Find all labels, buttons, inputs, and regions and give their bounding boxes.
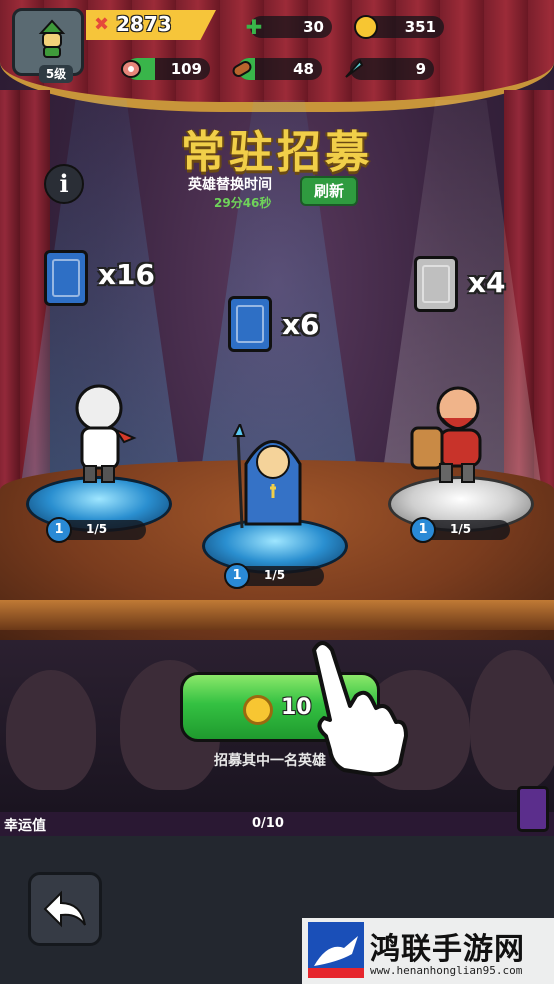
hero-card-right (414, 256, 458, 312)
power-value: 2873 (116, 12, 172, 36)
hero-center[interactable] (228, 424, 318, 534)
meat-icon (116, 55, 144, 83)
log-icon (228, 55, 256, 83)
hero-card-left (44, 250, 88, 306)
hero-left[interactable] (54, 378, 144, 488)
green-cross-icon: ✚ (245, 15, 263, 39)
resource-crystal[interactable]: 9 (345, 58, 434, 80)
hero-level-left: 1 1/5 (46, 517, 146, 543)
feather-icon (340, 55, 368, 83)
card-count-center: x6 (282, 308, 320, 341)
watermark-url: www.henanhonglian95.com (370, 964, 523, 977)
luck-label: 幸运值 (4, 818, 46, 834)
resource-meat[interactable]: 109 (121, 58, 210, 80)
coin-icon (352, 13, 380, 41)
hero-level-center: 1 1/5 (224, 563, 324, 589)
back-button[interactable] (28, 872, 102, 946)
stage-edge (0, 600, 554, 630)
watermark: 鸿联手游网 www.henanhonglian95.com (302, 918, 554, 984)
luck-bar: 幸运值 0/10 (0, 812, 554, 836)
resource-gold[interactable]: 351 (354, 15, 444, 39)
knight-avatar-icon (38, 19, 66, 58)
coin-icon (243, 695, 273, 725)
luck-value: 0/10 (252, 816, 284, 831)
hero-card-center (228, 296, 272, 352)
resource-stamina[interactable]: ✚ 30 (246, 15, 332, 39)
info-button[interactable]: i (44, 164, 84, 204)
crossed-swords-icon: ✖ (94, 14, 110, 35)
card-count-right: x4 (468, 266, 506, 299)
luck-reward-card[interactable] (517, 786, 549, 832)
card-count-left: x16 (98, 258, 156, 291)
player-avatar[interactable]: 5级 (12, 8, 84, 83)
replace-time-label: 英雄替换时间 (188, 177, 272, 193)
hero-right[interactable] (410, 378, 500, 488)
replace-timer: 29分46秒 (214, 196, 272, 210)
resource-wood[interactable]: 48 (232, 58, 322, 80)
watermark-title: 鸿联手游网 (370, 932, 525, 967)
pointing-hand-icon (312, 641, 408, 776)
back-arrow-icon (43, 890, 86, 928)
site-logo (308, 922, 364, 978)
refresh-button[interactable]: 刷新 (300, 176, 358, 206)
hero-level-right: 1 1/5 (410, 517, 510, 543)
player-level: 5级 (39, 65, 73, 83)
page-title: 常驻招募 (181, 127, 373, 178)
